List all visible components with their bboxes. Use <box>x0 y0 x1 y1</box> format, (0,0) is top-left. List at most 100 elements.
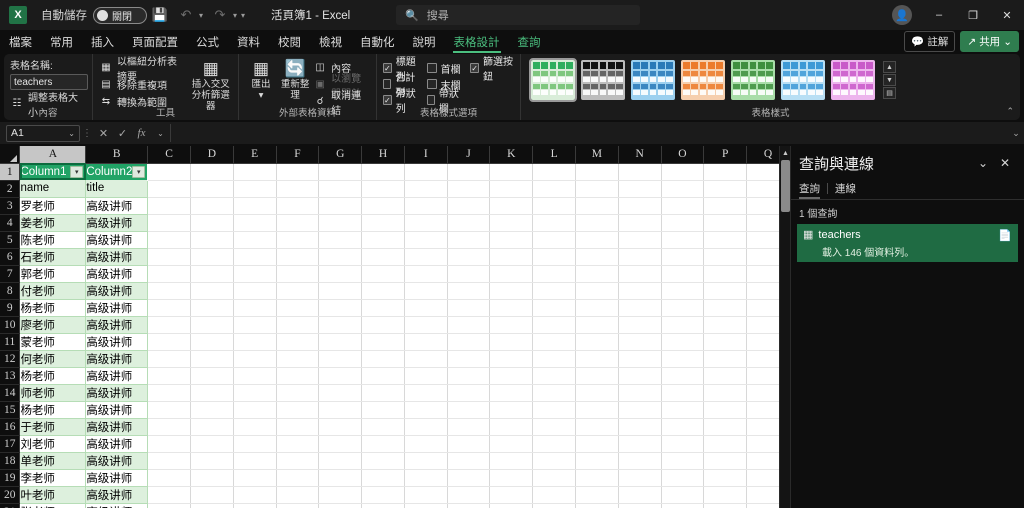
cell[interactable]: 高级讲师 <box>85 350 149 368</box>
cell[interactable] <box>361 384 405 402</box>
cell[interactable] <box>276 316 320 334</box>
column-header-f[interactable]: F <box>276 146 320 164</box>
ribbon-collapse-icon[interactable]: ⌃ <box>1006 106 1014 117</box>
cell[interactable] <box>703 333 748 351</box>
cell[interactable]: 张老师 <box>19 503 87 508</box>
cell[interactable] <box>318 231 363 249</box>
table-style-swatch[interactable] <box>731 60 775 100</box>
cell[interactable] <box>703 299 748 317</box>
cell[interactable] <box>532 418 576 436</box>
row-header-6[interactable]: 6 <box>0 248 21 266</box>
checkbox-banded-rows-box[interactable]: ✓ <box>383 95 392 105</box>
row-header-1[interactable]: 1 <box>0 163 21 181</box>
cell[interactable] <box>190 435 234 453</box>
cell[interactable] <box>575 214 619 232</box>
cell[interactable] <box>618 452 662 470</box>
tab-automate[interactable]: 自動化 <box>351 32 404 54</box>
cell[interactable] <box>489 248 534 266</box>
cell[interactable] <box>489 503 534 508</box>
cell[interactable] <box>575 469 619 487</box>
cell[interactable] <box>575 265 619 283</box>
share-button[interactable]: ↗ 共用 ⌄ <box>960 31 1019 52</box>
cell[interactable] <box>447 316 491 334</box>
cell[interactable] <box>703 214 748 232</box>
cell[interactable] <box>147 418 191 436</box>
cell[interactable] <box>575 367 619 385</box>
cell[interactable] <box>276 452 320 470</box>
cell[interactable] <box>489 469 534 487</box>
row-header-13[interactable]: 13 <box>0 367 21 385</box>
cell[interactable]: 石老师 <box>19 248 87 266</box>
tab-connections[interactable]: 連線 <box>835 181 863 199</box>
cell[interactable] <box>233 367 277 385</box>
row-header-14[interactable]: 14 <box>0 384 21 402</box>
cell[interactable] <box>276 384 320 402</box>
cell[interactable]: 姜老师 <box>19 214 87 232</box>
row-header-15[interactable]: 15 <box>0 401 21 419</box>
cell[interactable] <box>190 418 234 436</box>
cell[interactable] <box>276 180 320 198</box>
cell[interactable]: 杨老师 <box>19 299 87 317</box>
cell[interactable] <box>276 231 320 249</box>
cell[interactable] <box>276 214 320 232</box>
cell[interactable] <box>190 180 234 198</box>
cell[interactable] <box>233 231 277 249</box>
cell[interactable] <box>190 469 234 487</box>
row-header-4[interactable]: 4 <box>0 214 21 232</box>
row-header-11[interactable]: 11 <box>0 333 21 351</box>
cell[interactable] <box>233 418 277 436</box>
cell[interactable] <box>233 384 277 402</box>
cell[interactable] <box>489 197 534 215</box>
cell[interactable] <box>575 299 619 317</box>
cell[interactable] <box>190 401 234 419</box>
checkbox-banded-columns-box[interactable] <box>426 95 435 105</box>
cell[interactable] <box>404 452 448 470</box>
cell[interactable]: 高级讲师 <box>85 401 149 419</box>
cell[interactable]: 廖老师 <box>19 316 87 334</box>
cell[interactable] <box>661 282 705 300</box>
cell[interactable] <box>489 384 534 402</box>
cell[interactable] <box>147 384 191 402</box>
column-header-g[interactable]: G <box>318 146 363 164</box>
summarize-pivot-button[interactable]: ▦ 以樞紐分析表摘要 <box>99 57 186 83</box>
cell[interactable] <box>618 486 662 504</box>
cell[interactable] <box>703 435 748 453</box>
cell[interactable] <box>233 316 277 334</box>
cell[interactable] <box>233 197 277 215</box>
checkbox-first-column[interactable]: 首欄 <box>426 60 463 76</box>
cell[interactable] <box>361 435 405 453</box>
pane-collapse-icon[interactable]: ⌄ <box>972 156 994 170</box>
cell[interactable] <box>361 180 405 198</box>
cell[interactable] <box>233 333 277 351</box>
cell[interactable] <box>147 248 191 266</box>
cell[interactable] <box>447 469 491 487</box>
confirm-icon[interactable]: ✓ <box>113 123 132 143</box>
cell[interactable] <box>532 401 576 419</box>
cell[interactable]: 杨老师 <box>19 367 87 385</box>
cell[interactable] <box>532 503 576 508</box>
cell[interactable] <box>447 401 491 419</box>
cell[interactable] <box>532 248 576 266</box>
row-header-18[interactable]: 18 <box>0 452 21 470</box>
cell[interactable] <box>703 367 748 385</box>
cell[interactable] <box>618 418 662 436</box>
cell[interactable] <box>318 282 363 300</box>
cell[interactable] <box>447 384 491 402</box>
cell[interactable] <box>361 333 405 351</box>
cell[interactable] <box>532 163 576 181</box>
cell[interactable] <box>276 333 320 351</box>
cell[interactable] <box>575 503 619 508</box>
cell[interactable] <box>276 486 320 504</box>
cell[interactable] <box>489 486 534 504</box>
cell[interactable] <box>147 350 191 368</box>
cell[interactable] <box>661 214 705 232</box>
cell[interactable] <box>661 299 705 317</box>
cell[interactable] <box>489 163 534 181</box>
cell[interactable] <box>489 214 534 232</box>
tab-home[interactable]: 常用 <box>41 32 82 54</box>
cell[interactable] <box>318 197 363 215</box>
cell[interactable] <box>489 401 534 419</box>
table-style-swatch[interactable] <box>831 60 875 100</box>
column-header-h[interactable]: H <box>361 146 405 164</box>
cell[interactable] <box>147 333 191 351</box>
